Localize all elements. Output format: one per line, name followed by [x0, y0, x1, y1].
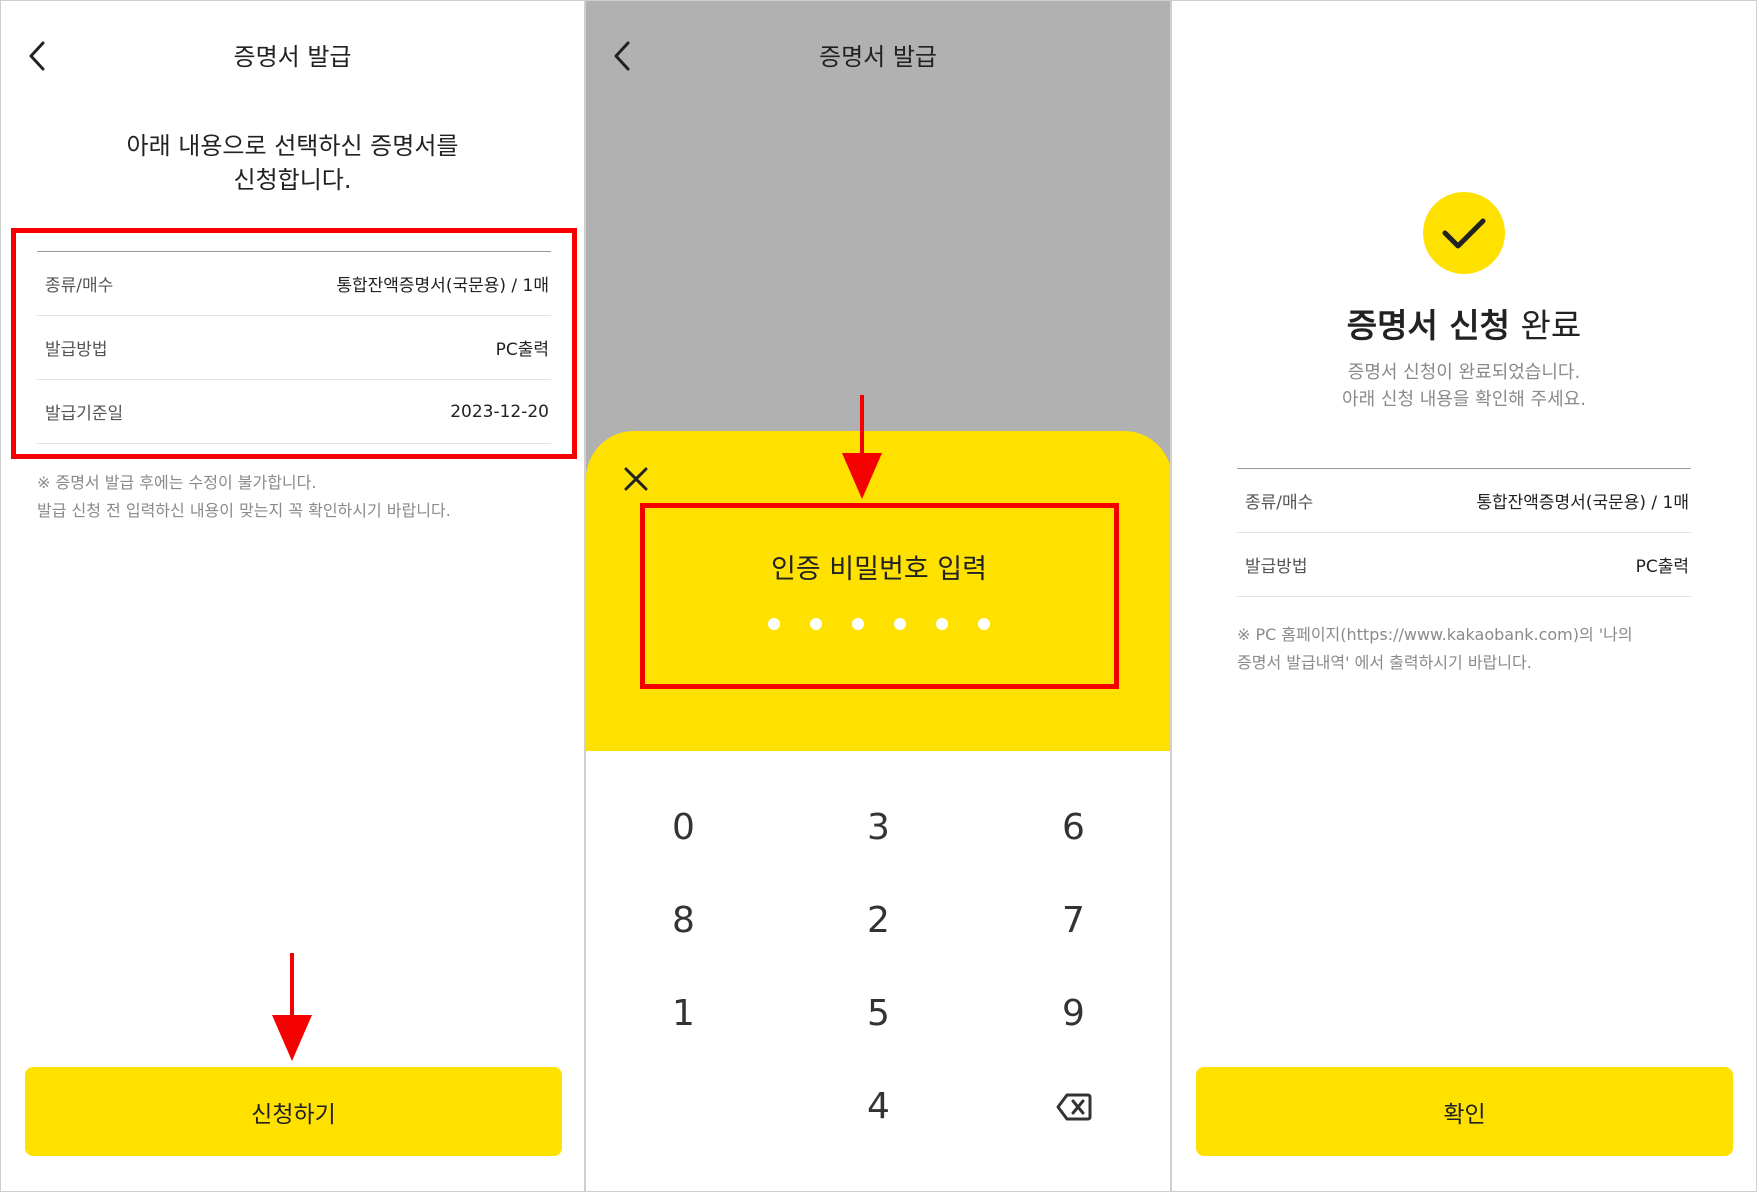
completion-title-bold: 증명서 신청	[1346, 306, 1511, 345]
notice-text: ※ PC 홈페이지(https://www.kakaobank.com)의 '나…	[1237, 621, 1633, 677]
keypad-key[interactable]: 5	[781, 967, 976, 1060]
header-title: 증명서 발급	[818, 43, 938, 71]
checkmark-icon	[1442, 218, 1486, 249]
keypad-key[interactable]: 8	[586, 874, 781, 967]
completion-sub-line-1: 증명서 신청이 완료되었습니다.	[1347, 362, 1581, 383]
highlight-box	[11, 228, 577, 459]
notice-line-2: 발급 신청 전 입력하신 내용이 맞는지 꼭 확인하시기 바랍니다.	[37, 501, 451, 520]
close-icon[interactable]	[622, 465, 650, 493]
apply-button[interactable]: 신청하기	[25, 1067, 562, 1156]
confirm-button[interactable]: 확인	[1196, 1067, 1733, 1156]
highlight-box	[640, 503, 1119, 689]
notice-line-2: 증명서 발급내역' 에서 출력하시기 바랍니다.	[1237, 653, 1532, 672]
notice-line-1: ※ 증명서 발급 후에는 수정이 불가합니다.	[37, 473, 317, 492]
keypad-key-empty	[586, 1060, 781, 1153]
row-label-type: 종류/매수	[1245, 493, 1314, 513]
table-row: 종류/매수 통합잔액증명서(국문용) / 1매	[1237, 469, 1691, 533]
completion-title-normal: 완료	[1520, 306, 1582, 345]
number-keypad: 0 3 6 8 2 7 1 5 9 4	[586, 751, 1170, 1191]
intro-line-2: 신청합니다.	[233, 166, 352, 194]
table-row: 발급방법 PC출력	[1237, 533, 1691, 597]
notice-line-1: ※ PC 홈페이지(https://www.kakaobank.com)의 '나…	[1237, 625, 1633, 644]
check-icon	[1423, 192, 1505, 274]
keypad-key[interactable]: 6	[976, 781, 1170, 874]
apply-screen: 증명서 발급 아래 내용으로 선택하신 증명서를 신청합니다. 종류/매수 통합…	[0, 0, 585, 1192]
intro-text: 아래 내용으로 선택하신 증명서를 신청합니다.	[1, 129, 584, 197]
backspace-button[interactable]	[976, 1060, 1170, 1153]
keypad-key[interactable]: 3	[781, 781, 976, 874]
row-label-method: 발급방법	[1245, 557, 1308, 577]
completion-subtitle: 증명서 신청이 완료되었습니다. 아래 신청 내용을 확인해 주세요.	[1172, 359, 1756, 413]
keypad-key[interactable]: 4	[781, 1060, 976, 1153]
backspace-icon	[1056, 1093, 1091, 1120]
keypad-key[interactable]: 1	[586, 967, 781, 1060]
completion-title: 증명서 신청 완료	[1172, 299, 1756, 347]
row-value-type: 통합잔액증명서(국문용) / 1매	[1476, 493, 1689, 513]
keypad-key[interactable]: 2	[781, 874, 976, 967]
header-title: 증명서 발급	[233, 43, 352, 71]
down-arrow-icon	[842, 395, 882, 499]
notice-text: ※ 증명서 발급 후에는 수정이 불가합니다. 발급 신청 전 입력하신 내용이…	[37, 469, 451, 525]
keypad-key[interactable]: 9	[976, 967, 1170, 1060]
pin-entry-screen: 증명서 발급 인증 비밀번호 입력 0 3 6 8 2 7 1 5 9 4	[585, 0, 1171, 1192]
completion-sub-line-2: 아래 신청 내용을 확인해 주세요.	[1342, 389, 1586, 410]
completion-summary-table: 종류/매수 통합잔액증명서(국문용) / 1매 발급방법 PC출력	[1237, 468, 1691, 597]
completion-screen: 증명서 신청 완료 증명서 신청이 완료되었습니다. 아래 신청 내용을 확인해…	[1171, 0, 1757, 1192]
keypad-key[interactable]: 7	[976, 874, 1170, 967]
keypad-key[interactable]: 0	[586, 781, 781, 874]
intro-line-1: 아래 내용으로 선택하신 증명서를	[126, 132, 459, 160]
down-arrow-icon	[272, 953, 312, 1061]
row-value-method: PC출력	[1635, 557, 1689, 577]
